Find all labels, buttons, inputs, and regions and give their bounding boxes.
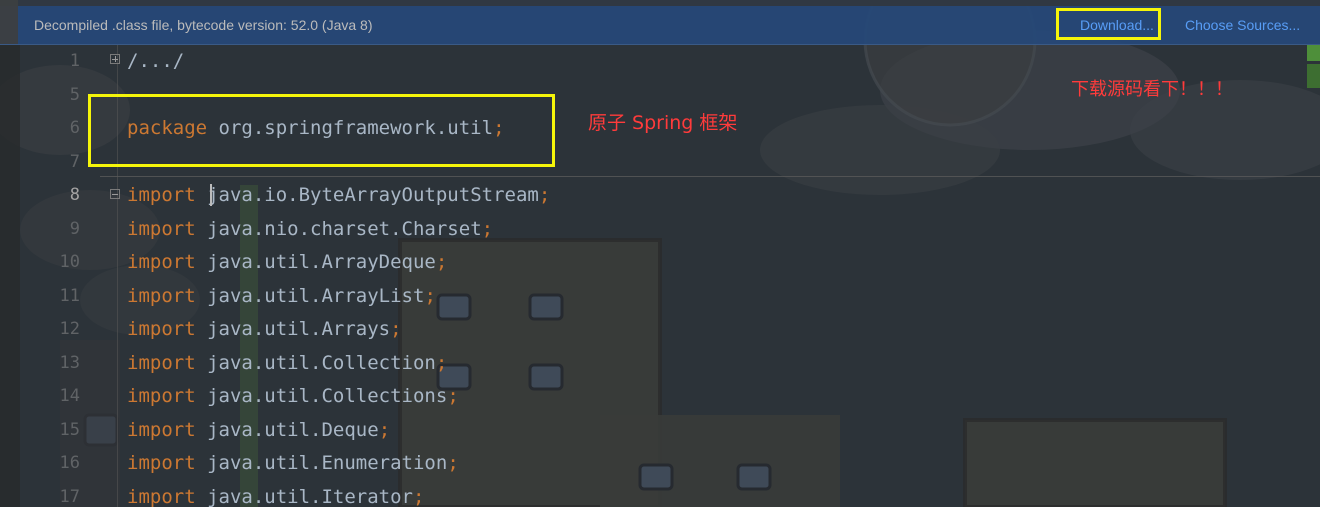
- keyword-import: import: [127, 218, 196, 240]
- import-path: java.util.ArrayList: [207, 285, 425, 307]
- keyword-import: import: [127, 285, 196, 307]
- keyword-import: import: [127, 486, 196, 507]
- line-number: 14: [59, 386, 80, 406]
- folded-comment: /.../: [127, 50, 185, 72]
- code-line-import[interactable]: import java.util.Arrays;: [127, 318, 402, 340]
- import-path: java.nio.charset.Charset: [207, 218, 482, 240]
- line-number: 7: [69, 152, 80, 172]
- keyword-import: import: [127, 352, 196, 374]
- semicolon: ;: [447, 385, 459, 407]
- line-number: 13: [59, 353, 80, 373]
- code-line-import[interactable]: import java.util.ArrayList;: [127, 285, 436, 307]
- line-number: 5: [69, 85, 80, 105]
- import-path: java.util.Arrays: [207, 318, 391, 340]
- editor-window: Decompiled .class file, bytecode version…: [0, 0, 1320, 507]
- line-number: 6: [69, 118, 80, 138]
- code-line-import[interactable]: import java.util.ArrayDeque;: [127, 251, 447, 273]
- import-path: java.io.ByteArrayOutputStream: [207, 184, 539, 206]
- line-number-current: 8: [69, 185, 80, 205]
- code-line-import[interactable]: import java.util.Iterator;: [127, 486, 424, 507]
- fold-plus-icon[interactable]: [110, 54, 120, 64]
- scrollbar-marker[interactable]: [1307, 64, 1320, 88]
- code-line-import[interactable]: import java.io.ByteArrayOutputStream;: [127, 184, 550, 206]
- code-line-import[interactable]: import java.util.Collection;: [127, 352, 447, 374]
- line-number: 10: [59, 252, 80, 272]
- scrollbar-marker[interactable]: [1307, 45, 1320, 61]
- semicolon: ;: [378, 419, 391, 441]
- code-section-separator: [100, 176, 1320, 177]
- keyword-import: import: [127, 184, 196, 206]
- banner-left-edge: [0, 0, 18, 44]
- keyword-import: import: [127, 385, 196, 407]
- keyword-import: import: [127, 251, 196, 273]
- line-number: 12: [59, 319, 80, 339]
- code-line-import[interactable]: import java.util.Deque;: [127, 419, 390, 441]
- semicolon: ;: [538, 184, 551, 206]
- import-path: java.util.Iterator: [207, 486, 413, 507]
- keyword-import: import: [127, 452, 196, 474]
- line-number: 15: [59, 420, 80, 440]
- line-number: 9: [69, 219, 80, 239]
- decompiled-message: Decompiled .class file, bytecode version…: [34, 17, 373, 33]
- line-number: 17: [59, 487, 80, 507]
- semicolon: ;: [435, 352, 448, 374]
- semicolon: ;: [447, 452, 459, 474]
- line-number: 11: [59, 286, 80, 306]
- code-line-import[interactable]: import java.util.Enumeration;: [127, 452, 459, 474]
- semicolon: ;: [424, 285, 436, 307]
- semicolon: ;: [481, 218, 494, 240]
- fold-minus-icon[interactable]: [110, 189, 120, 199]
- semicolon: ;: [413, 486, 425, 507]
- import-path: java.util.Collections: [207, 385, 448, 407]
- code-line-import[interactable]: import java.nio.charset.Charset;: [127, 218, 493, 240]
- semicolon: ;: [435, 251, 448, 273]
- keyword-import: import: [127, 318, 196, 340]
- download-annotation-note: 下载源码看下！！！: [1071, 79, 1233, 100]
- spring-annotation-note: 原子 Spring 框架: [588, 112, 738, 134]
- package-highlight-box: [88, 94, 555, 167]
- editor-left-strip: [0, 45, 20, 507]
- line-number: 1: [69, 51, 80, 71]
- import-path: java.util.Deque: [207, 419, 379, 441]
- download-highlight-box: [1056, 8, 1161, 40]
- choose-sources-link[interactable]: Choose Sources...: [1185, 17, 1300, 33]
- tab-bar-remnant: [0, 0, 1320, 6]
- text-caret: [210, 184, 212, 206]
- line-number: 16: [59, 453, 80, 473]
- import-path: java.util.Enumeration: [207, 452, 448, 474]
- semicolon: ;: [390, 318, 402, 340]
- import-path: java.util.ArrayDeque: [207, 251, 436, 273]
- code-line-import[interactable]: import java.util.Collections;: [127, 385, 459, 407]
- keyword-import: import: [127, 419, 196, 441]
- import-path: java.util.Collection: [207, 352, 436, 374]
- code-line-folded-header[interactable]: /.../: [127, 50, 184, 72]
